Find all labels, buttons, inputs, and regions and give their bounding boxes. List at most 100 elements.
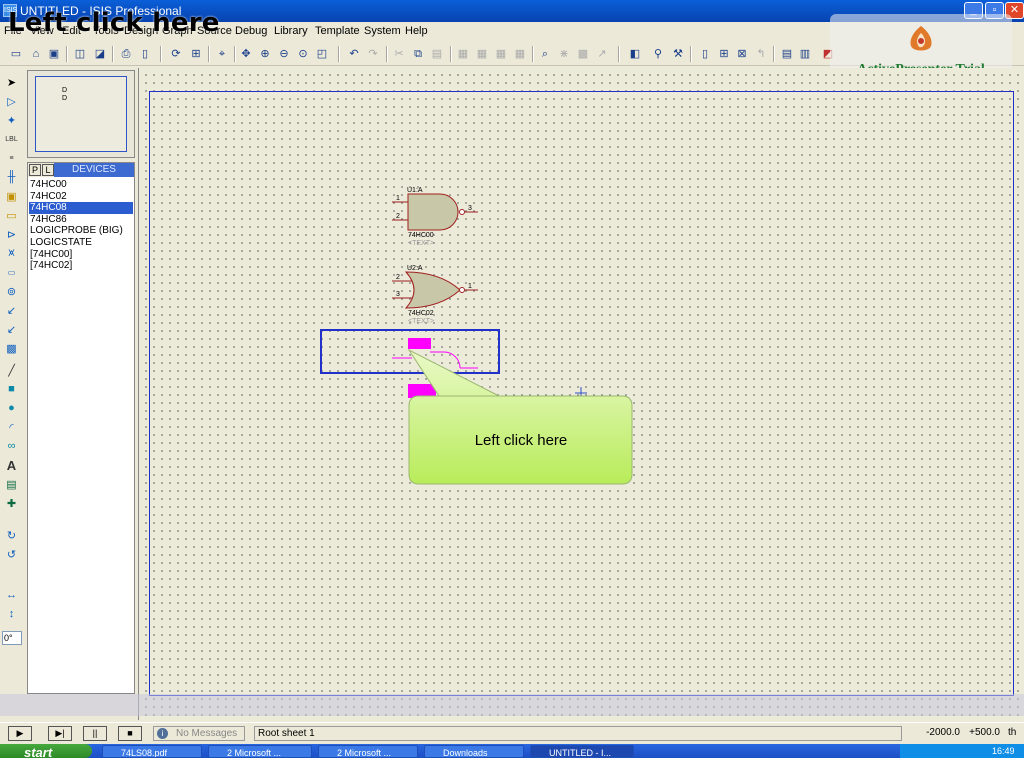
print-area-icon[interactable]: ▯ xyxy=(137,46,153,62)
task-item[interactable]: Downloads xyxy=(424,745,524,758)
make-device-icon[interactable]: ⋇ xyxy=(556,46,572,62)
toolbar-separator xyxy=(208,46,210,62)
refresh-icon[interactable]: ⟳ xyxy=(168,46,184,62)
device-pins-icon[interactable]: ⊳ xyxy=(3,226,20,242)
symbol-tool-icon[interactable]: ▤ xyxy=(3,476,20,492)
current-probe-icon[interactable]: ↙ xyxy=(3,321,20,337)
generator-icon[interactable]: ⊚ xyxy=(3,283,20,299)
horizontal-scroll-area[interactable] xyxy=(0,694,1024,716)
selection-mode-icon[interactable]: ➤ xyxy=(3,74,20,90)
start-button[interactable]: start xyxy=(0,744,92,758)
menu-system[interactable]: System xyxy=(364,25,401,37)
block-move-icon[interactable]: ▦ xyxy=(474,46,490,62)
tape-recorder-icon[interactable]: ▭ xyxy=(3,264,20,280)
rotate-anticlockwise-icon[interactable]: ↺ xyxy=(3,546,20,562)
erc-report-icon[interactable]: ▥ xyxy=(797,46,813,62)
component-mode-icon[interactable]: ▷ xyxy=(3,93,20,109)
task-item[interactable]: 2 Microsoft ... xyxy=(318,745,418,758)
device-item[interactable]: LOGICSTATE xyxy=(29,237,133,249)
device-item[interactable]: 74HC02 xyxy=(29,191,133,203)
block-rotate-icon[interactable]: ▦ xyxy=(493,46,509,62)
print-icon[interactable]: ⎙ xyxy=(118,46,134,62)
zoom-in-icon[interactable]: ⊕ xyxy=(257,46,273,62)
toolbar-separator xyxy=(450,46,452,62)
subcircuit-icon[interactable]: ▣ xyxy=(3,188,20,204)
add-sheet-icon[interactable]: ⊞ xyxy=(716,46,732,62)
pick-devices-button[interactable]: P xyxy=(29,164,41,176)
text-script-icon[interactable]: ≡ xyxy=(3,150,20,166)
task-item[interactable]: 2 Microsoft ... xyxy=(208,745,312,758)
save-icon[interactable]: ▣ xyxy=(46,46,62,62)
block-copy-icon[interactable]: ▦ xyxy=(455,46,471,62)
stop-button[interactable]: ■ xyxy=(118,726,142,741)
task-item[interactable]: 74LS08.pdf xyxy=(102,745,202,758)
copy-icon[interactable]: ⧉ xyxy=(410,46,426,62)
origin-icon[interactable]: ⌖ xyxy=(214,46,230,62)
device-item[interactable]: LOGICPROBE (BIG) xyxy=(29,225,133,237)
new-file-icon[interactable]: ▭ xyxy=(8,46,24,62)
pan-icon[interactable]: ✥ xyxy=(238,46,254,62)
virtual-instruments-icon[interactable]: ▩ xyxy=(3,340,20,356)
zoom-all-icon[interactable]: ⊙ xyxy=(295,46,311,62)
mirror-vertical-icon[interactable]: ↕ xyxy=(3,606,20,622)
device-item[interactable]: [74HC02] xyxy=(29,260,133,272)
zoom-area-icon[interactable]: ◰ xyxy=(314,46,330,62)
rotate-clockwise-icon[interactable]: ↻ xyxy=(3,527,20,543)
decompose-icon[interactable]: ↗ xyxy=(594,46,610,62)
menu-debug[interactable]: Debug xyxy=(235,25,267,37)
toolbar-separator xyxy=(112,46,114,62)
device-item[interactable]: 74HC00 xyxy=(29,179,133,191)
device-item[interactable]: 74HC86 xyxy=(29,214,133,226)
circle-tool-icon[interactable]: ● xyxy=(3,400,20,416)
device-item-selected[interactable]: 74HC08 xyxy=(29,202,133,214)
step-button[interactable]: ▶| xyxy=(48,726,72,741)
block-delete-icon[interactable]: ▦ xyxy=(512,46,528,62)
redo-icon[interactable]: ↷ xyxy=(365,46,381,62)
line-tool-icon[interactable]: ╱ xyxy=(3,362,20,378)
graph-icon[interactable]: ⩙ xyxy=(3,245,20,261)
wire-label-icon[interactable]: LBL xyxy=(3,131,20,147)
marker-tool-icon[interactable]: ✚ xyxy=(3,495,20,511)
box-tool-icon[interactable]: ■ xyxy=(3,381,20,397)
wire-autorouter-icon[interactable]: ◧ xyxy=(627,46,643,62)
new-sheet-icon[interactable]: ▯ xyxy=(697,46,713,62)
library-manager-button[interactable]: L xyxy=(42,164,54,176)
import-icon[interactable]: ◫ xyxy=(72,46,88,62)
pause-button[interactable]: || xyxy=(83,726,107,741)
remove-sheet-icon[interactable]: ⊠ xyxy=(734,46,750,62)
undo-icon[interactable]: ↶ xyxy=(346,46,362,62)
menu-template[interactable]: Template xyxy=(315,25,360,37)
property-tool-icon[interactable]: ⚒ xyxy=(670,46,686,62)
open-file-icon[interactable]: ⌂ xyxy=(28,46,44,62)
play-button[interactable]: ▶ xyxy=(8,726,32,741)
device-item[interactable]: [74HC00] xyxy=(29,249,133,261)
export-icon[interactable]: ◪ xyxy=(92,46,108,62)
device-selector-panel: P L DEVICES 74HC00 74HC02 74HC08 74HC86 LOGI… xyxy=(27,162,135,694)
bus-icon[interactable]: ╫ xyxy=(3,169,20,185)
exit-parent-icon[interactable]: ↰ xyxy=(753,46,769,62)
toolbar-separator xyxy=(160,46,162,62)
overview-window[interactable]: D D xyxy=(27,70,135,158)
junction-dot-icon[interactable]: ✦ xyxy=(3,112,20,128)
search-tag-icon[interactable]: ⚲ xyxy=(650,46,666,62)
task-item-active[interactable]: UNTITLED - I... xyxy=(530,745,634,758)
voltage-probe-icon[interactable]: ↙ xyxy=(3,302,20,318)
paste-icon[interactable]: ▤ xyxy=(429,46,445,62)
bill-of-materials-icon[interactable]: ▤ xyxy=(779,46,795,62)
grid-icon[interactable]: ⊞ xyxy=(188,46,204,62)
terminals-icon[interactable]: ▭ xyxy=(3,207,20,223)
arc-tool-icon[interactable]: ◜ xyxy=(3,419,20,435)
toolbar-separator xyxy=(66,46,68,62)
menu-help[interactable]: Help xyxy=(405,25,428,37)
overview-sheet[interactable]: D D xyxy=(35,76,127,152)
package-icon[interactable]: ▩ xyxy=(575,46,591,62)
cut-icon[interactable]: ✂ xyxy=(391,46,407,62)
zoom-out-icon[interactable]: ⊖ xyxy=(276,46,292,62)
rotation-angle-field[interactable]: 0° xyxy=(2,631,22,645)
text-tool-icon[interactable]: A xyxy=(3,457,20,473)
path-tool-icon[interactable]: ∞ xyxy=(3,438,20,454)
mirror-horizontal-icon[interactable]: ↔ xyxy=(3,587,20,603)
windows-taskbar: start 74LS08.pdf 2 Microsoft ... 2 Micro… xyxy=(0,744,1024,758)
menu-library[interactable]: Library xyxy=(274,25,308,37)
pick-device-icon[interactable]: ⌕ xyxy=(537,46,553,62)
